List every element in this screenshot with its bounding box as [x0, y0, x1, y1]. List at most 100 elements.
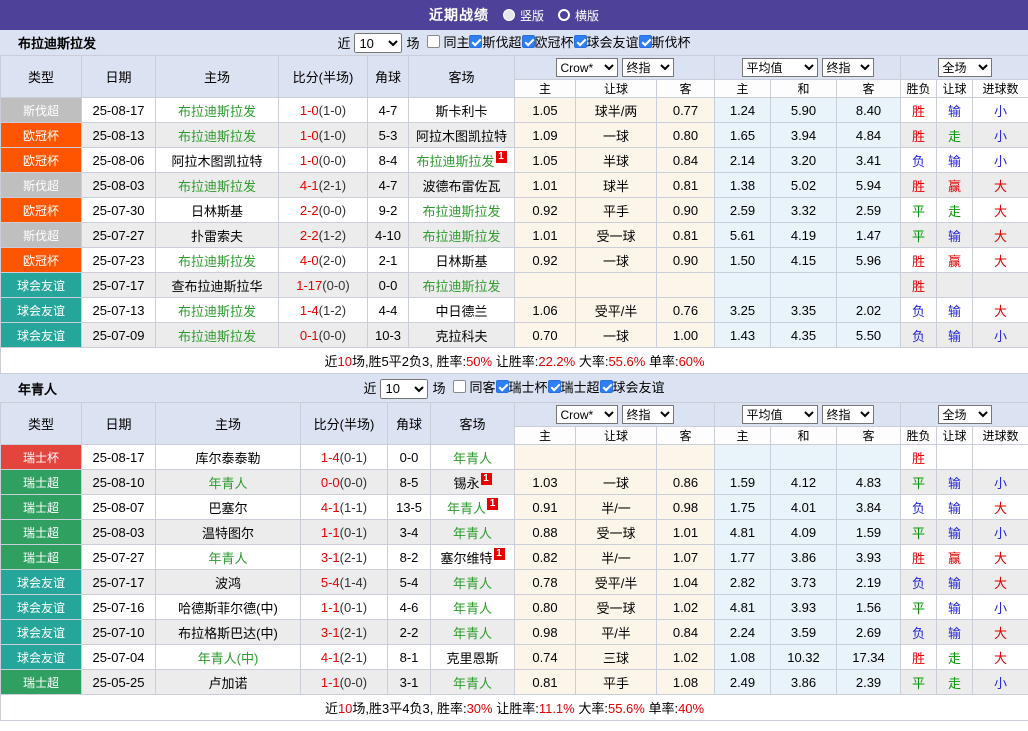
team-link[interactable]: 克拉科夫	[435, 329, 487, 344]
team-link[interactable]: 布拉迪斯拉发	[178, 129, 256, 144]
cell-avg-away: 2.59	[835, 197, 902, 223]
avg-select[interactable]: 平均值	[741, 58, 818, 77]
team-link[interactable]: 布拉迪斯拉发	[416, 154, 494, 169]
team-link[interactable]: 日林斯基	[191, 204, 243, 219]
sections-container: 布拉迪斯拉发近 10 场同主 斯伐超 欧冠杯 球会友谊 斯伐杯 类型 日期 主场 比分(半场) 角球客…	[0, 30, 1028, 721]
cell-corners: 8-1	[387, 644, 431, 670]
team-link[interactable]: 库尔泰泰勒	[195, 451, 260, 466]
team-link[interactable]: 布拉迪斯拉发	[422, 204, 500, 219]
sub-header-2: 客	[656, 426, 715, 445]
layout-radio-vertical[interactable]: 竖版	[502, 7, 544, 24]
cell-handicap-home: 1.01	[514, 222, 576, 248]
league-checkbox-3[interactable]: 斯伐杯	[638, 32, 691, 51]
team-link[interactable]: 年青人	[453, 451, 492, 466]
layout-radio-horizontal[interactable]: 横版	[558, 7, 599, 24]
match-count-select[interactable]: 10	[354, 33, 403, 54]
team-link[interactable]: 查布拉迪斯拉华	[171, 279, 262, 294]
checkbox-checked-icon[interactable]	[547, 380, 561, 394]
radio-selected-icon[interactable]	[502, 9, 515, 21]
team-link[interactable]: 布拉迪斯拉发	[178, 254, 256, 269]
cell-handicap-line: 平/半	[575, 619, 657, 645]
team-link[interactable]: 波德布雷佐瓦	[422, 179, 500, 194]
summary-line: 近10场,胜3平4负3, 胜率:30% 让胜率:11.1% 大率:55.6% 单…	[0, 694, 1028, 721]
checkbox-unchecked-icon[interactable]	[453, 380, 467, 394]
league-checkbox-0[interactable]: 瑞士杯	[495, 377, 548, 396]
team-link[interactable]: 年青人	[208, 476, 247, 491]
team-link[interactable]: 年青人	[208, 551, 247, 566]
league-checkbox-1[interactable]: 欧冠杯	[521, 32, 574, 51]
team-link[interactable]: 锡永	[453, 476, 479, 491]
team-link[interactable]: 年青人(中)	[198, 651, 259, 666]
same-side-checkbox[interactable]: 同客	[447, 377, 496, 396]
scope-band: 全场	[900, 402, 1028, 427]
team-link[interactable]: 年青人	[453, 526, 492, 541]
team-link[interactable]: 塞尔维特	[440, 551, 492, 566]
team-link[interactable]: 布拉迪斯拉发	[422, 229, 500, 244]
team-link[interactable]: 年青人	[453, 676, 492, 691]
league-checkbox-0[interactable]: 斯伐超	[469, 32, 522, 51]
avg-final-select[interactable]: 终指	[821, 58, 874, 77]
team-link[interactable]: 阿拉木图凯拉特	[416, 129, 507, 144]
checkbox-checked-icon[interactable]	[469, 34, 483, 48]
scope-select[interactable]: 全场	[937, 58, 992, 77]
team-link[interactable]: 克里恩斯	[446, 651, 498, 666]
team-link[interactable]: 温特图尔	[202, 526, 254, 541]
odds-source-select[interactable]: Crow*	[555, 58, 618, 77]
team-link[interactable]: 布拉迪斯拉发	[422, 279, 500, 294]
scope-select[interactable]: 全场	[937, 405, 992, 424]
cell-handicap-home	[514, 444, 576, 470]
checkbox-checked-icon[interactable]	[638, 34, 652, 48]
team-link[interactable]: 布拉迪斯拉发	[178, 104, 256, 119]
team-link[interactable]: 布拉格斯巴达(中)	[178, 626, 278, 641]
team-link[interactable]: 哈德斯菲尔德(中)	[178, 601, 278, 616]
radio-unselected-icon[interactable]	[558, 9, 570, 21]
cell-corners: 3-4	[387, 519, 431, 545]
odds-final-select[interactable]: 终指	[621, 405, 674, 424]
team-link[interactable]: 卢加诺	[208, 676, 247, 691]
fulltime-score: 4-1	[320, 649, 340, 665]
team-link[interactable]: 斯卡利卡	[435, 104, 487, 119]
cell-avg-home: 4.81	[714, 519, 771, 545]
league-checkbox-2[interactable]: 球会友谊	[573, 32, 639, 51]
team-link[interactable]: 布拉迪斯拉发	[178, 179, 256, 194]
same-side-checkbox[interactable]: 同主	[421, 32, 469, 51]
avg-final-select[interactable]: 终指	[821, 405, 874, 424]
team-link[interactable]: 中日德兰	[435, 304, 487, 319]
cell-handicap-away: 1.04	[656, 569, 715, 595]
cell-handicap-home: 0.80	[514, 594, 576, 620]
team-link[interactable]: 阿拉木图凯拉特	[171, 154, 262, 169]
team-link[interactable]: 巴塞尔	[208, 501, 247, 516]
match-count-select[interactable]: 10	[380, 378, 429, 399]
team-link[interactable]: 波鸿	[215, 576, 241, 591]
cell-date: 25-07-27	[81, 222, 156, 248]
avg-select[interactable]: 平均值	[741, 405, 818, 424]
unit-label: 场	[406, 35, 420, 51]
team-link[interactable]: 年青人	[453, 601, 492, 616]
halftime-score: (1-0)	[318, 127, 347, 143]
team-link[interactable]: 布拉迪斯拉发	[178, 304, 256, 319]
checkbox-checked-icon[interactable]	[521, 34, 535, 48]
sub-header-6: 胜负	[900, 426, 938, 445]
checkbox-checked-icon[interactable]	[599, 380, 613, 394]
cell-match-type: 瑞士超	[0, 519, 82, 545]
halftime-score: (1-0)	[318, 102, 347, 118]
league-checkbox-1[interactable]: 瑞士超	[547, 377, 600, 396]
cell-handicap-home: 0.70	[514, 322, 576, 348]
sub-header-1: 让球	[575, 426, 657, 445]
red-card-badge: 1	[493, 547, 505, 560]
checkbox-checked-icon[interactable]	[495, 380, 509, 394]
team-link[interactable]: 年青人	[447, 501, 486, 516]
team-link[interactable]: 布拉迪斯拉发	[178, 329, 256, 344]
team-link[interactable]: 年青人	[453, 576, 492, 591]
halftime-score: (0-0)	[318, 202, 347, 218]
column-header-2: 主场	[155, 55, 279, 98]
checkbox-checked-icon[interactable]	[573, 34, 587, 48]
checkbox-unchecked-icon[interactable]	[427, 34, 441, 48]
cell-handicap-line: 受平/半	[575, 297, 657, 323]
league-checkbox-2[interactable]: 球会友谊	[599, 377, 665, 396]
team-link[interactable]: 年青人	[453, 626, 492, 641]
team-link[interactable]: 日林斯基	[435, 254, 487, 269]
odds-final-select[interactable]: 终指	[621, 58, 674, 77]
odds-source-select[interactable]: Crow*	[555, 405, 618, 424]
team-link[interactable]: 扑雷索夫	[191, 229, 243, 244]
